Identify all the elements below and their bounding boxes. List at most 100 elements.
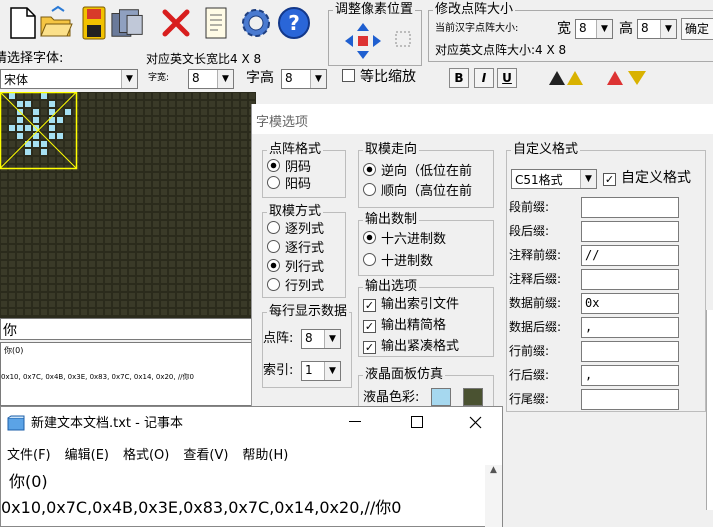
grid-dot[interactable] bbox=[145, 309, 151, 315]
grid-dot[interactable] bbox=[121, 229, 127, 235]
grid-dot[interactable] bbox=[193, 197, 199, 203]
grid-dot[interactable] bbox=[209, 205, 215, 211]
grid-dot[interactable] bbox=[33, 189, 39, 195]
grid-dot[interactable] bbox=[193, 293, 199, 299]
grid-dot[interactable] bbox=[169, 285, 175, 291]
grid-dot[interactable] bbox=[233, 285, 239, 291]
font-select[interactable]: 宋体 ▼ bbox=[0, 69, 138, 89]
grid-dot[interactable] bbox=[137, 277, 143, 283]
grid-dot[interactable] bbox=[241, 117, 247, 123]
grid-dot[interactable] bbox=[193, 125, 199, 131]
grid-dot[interactable] bbox=[209, 189, 215, 195]
grid-dot[interactable] bbox=[153, 285, 159, 291]
grid-dot[interactable] bbox=[209, 221, 215, 227]
grid-dot[interactable] bbox=[57, 293, 63, 299]
grid-dot[interactable] bbox=[89, 165, 95, 171]
grid-dot[interactable] bbox=[201, 101, 207, 107]
grid-dot[interactable] bbox=[233, 205, 239, 211]
grid-dot[interactable] bbox=[57, 245, 63, 251]
grid-dot[interactable] bbox=[161, 261, 167, 267]
grid-dot[interactable] bbox=[41, 157, 47, 163]
grid-dot[interactable] bbox=[177, 221, 183, 227]
grid-dot[interactable] bbox=[225, 229, 231, 235]
grid-dot[interactable] bbox=[89, 125, 95, 131]
grid-dot[interactable] bbox=[81, 237, 87, 243]
grid-dot[interactable] bbox=[233, 197, 239, 203]
grid-dot[interactable] bbox=[97, 189, 103, 195]
grid-dot[interactable] bbox=[241, 133, 247, 139]
grid-dot[interactable] bbox=[1, 197, 7, 203]
grid-dot[interactable] bbox=[73, 293, 79, 299]
grid-dot[interactable] bbox=[17, 173, 23, 179]
grid-dot[interactable] bbox=[1, 213, 7, 219]
grid-dot[interactable] bbox=[1, 237, 7, 243]
grid-dot[interactable] bbox=[153, 245, 159, 251]
grid-dot[interactable] bbox=[217, 293, 223, 299]
grid-dot[interactable] bbox=[233, 141, 239, 147]
grid-dot[interactable] bbox=[241, 261, 247, 267]
grid-dot[interactable] bbox=[193, 157, 199, 163]
custom-field-input[interactable] bbox=[581, 269, 679, 290]
grid-dot[interactable] bbox=[137, 205, 143, 211]
grid-dot[interactable] bbox=[89, 229, 95, 235]
grid-dot[interactable] bbox=[241, 141, 247, 147]
grid-dot[interactable] bbox=[81, 197, 87, 203]
grid-dot[interactable] bbox=[81, 229, 87, 235]
grid-dot[interactable] bbox=[209, 173, 215, 179]
width-select[interactable]: 8 ▼ bbox=[575, 19, 613, 39]
grid-dot[interactable] bbox=[113, 261, 119, 267]
grid-dot[interactable] bbox=[209, 213, 215, 219]
grid-dot[interactable] bbox=[193, 165, 199, 171]
grid-dot[interactable] bbox=[193, 141, 199, 147]
grid-dot[interactable] bbox=[225, 285, 231, 291]
output-preview[interactable]: 你(0) 0x10, 0x7C, 0x4B, 0x3E, 0x83, 0x7C,… bbox=[0, 342, 256, 406]
grid-dot[interactable] bbox=[153, 93, 159, 99]
grid-dot[interactable] bbox=[233, 149, 239, 155]
grid-dot[interactable] bbox=[121, 109, 127, 115]
grid-dot[interactable] bbox=[145, 149, 151, 155]
grid-dot[interactable] bbox=[113, 125, 119, 131]
grid-dot[interactable] bbox=[81, 141, 87, 147]
grid-dot[interactable] bbox=[25, 285, 31, 291]
grid-dot[interactable] bbox=[121, 269, 127, 275]
grid-dot[interactable] bbox=[73, 197, 79, 203]
grid-dot[interactable] bbox=[169, 277, 175, 283]
grid-dot[interactable] bbox=[185, 181, 191, 187]
grid-dot[interactable] bbox=[33, 245, 39, 251]
grid-dot[interactable] bbox=[145, 101, 151, 107]
grid-dot[interactable] bbox=[241, 245, 247, 251]
grid-dot[interactable] bbox=[121, 141, 127, 147]
grid-dot[interactable] bbox=[113, 301, 119, 307]
grid-dot[interactable] bbox=[217, 245, 223, 251]
grid-dot[interactable] bbox=[121, 149, 127, 155]
grid-dot[interactable] bbox=[193, 253, 199, 259]
grid-dot[interactable] bbox=[153, 237, 159, 243]
grid-dot[interactable] bbox=[17, 117, 23, 123]
grid-dot[interactable] bbox=[225, 205, 231, 211]
grid-dot[interactable] bbox=[33, 301, 39, 307]
grid-dot[interactable] bbox=[233, 93, 239, 99]
grid-dot[interactable] bbox=[153, 293, 159, 299]
grid-dot[interactable] bbox=[65, 293, 71, 299]
grid-dot[interactable] bbox=[113, 117, 119, 123]
grid-dot[interactable] bbox=[177, 213, 183, 219]
grid-dot[interactable] bbox=[241, 269, 247, 275]
grid-dot[interactable] bbox=[33, 213, 39, 219]
grid-dot[interactable] bbox=[185, 221, 191, 227]
grid-dot[interactable] bbox=[9, 189, 15, 195]
grid-dot[interactable] bbox=[201, 277, 207, 283]
grid-dot[interactable] bbox=[185, 93, 191, 99]
grid-dot[interactable] bbox=[113, 277, 119, 283]
grid-dot[interactable] bbox=[9, 229, 15, 235]
grid-dot[interactable] bbox=[113, 189, 119, 195]
grid-dot[interactable] bbox=[241, 101, 247, 107]
grid-dot[interactable] bbox=[209, 125, 215, 131]
grid-dot[interactable] bbox=[113, 101, 119, 107]
grid-dot[interactable] bbox=[161, 133, 167, 139]
grid-dot[interactable] bbox=[33, 293, 39, 299]
grid-dot[interactable] bbox=[57, 141, 63, 147]
grid-dot[interactable] bbox=[97, 205, 103, 211]
grid-dot[interactable] bbox=[145, 133, 151, 139]
grid-dot[interactable] bbox=[249, 93, 255, 99]
grid-dot[interactable] bbox=[65, 261, 71, 267]
